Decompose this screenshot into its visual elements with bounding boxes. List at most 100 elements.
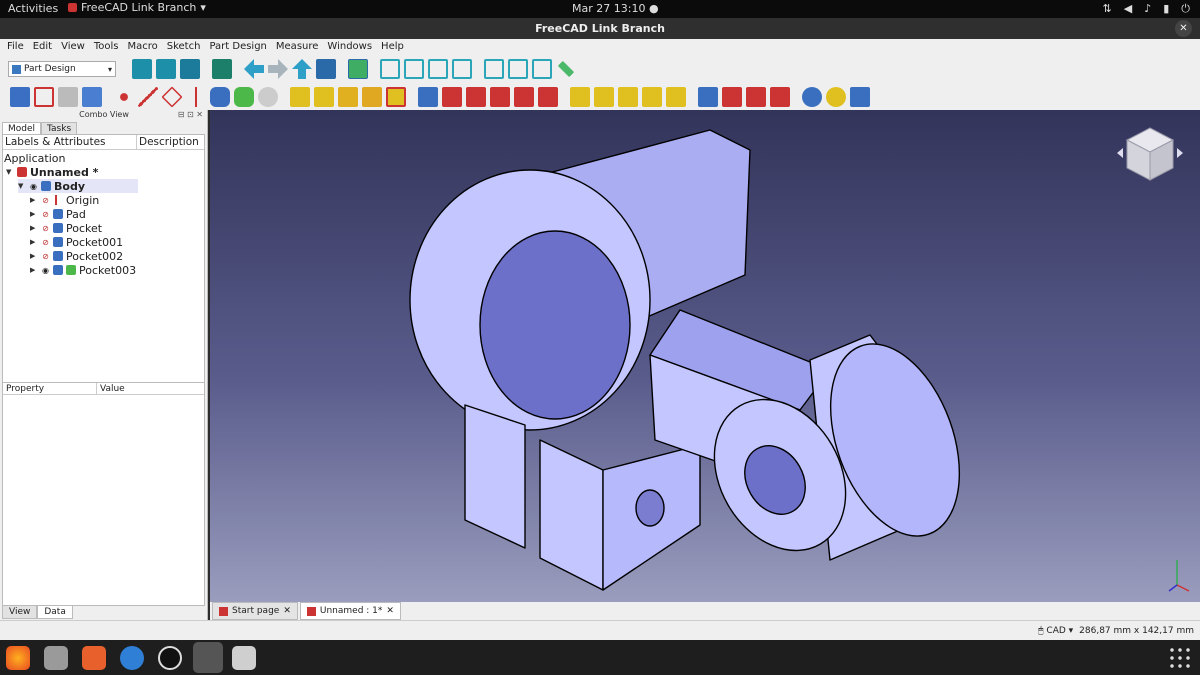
tree-item-body[interactable]: ▼ ◉ Body	[18, 179, 138, 193]
column-value[interactable]: Value	[97, 383, 125, 394]
column-description[interactable]: Description	[137, 135, 199, 149]
draft-icon[interactable]	[746, 87, 766, 107]
bounding-box-icon[interactable]	[212, 59, 232, 79]
expand-icon[interactable]: ▶	[30, 210, 38, 218]
hidden-eye-icon[interactable]: ⊘	[41, 252, 50, 261]
view-bottom-icon[interactable]	[508, 59, 528, 79]
view-left-icon[interactable]	[532, 59, 552, 79]
polar-pattern-icon[interactable]	[618, 87, 638, 107]
datum-point-icon[interactable]	[114, 87, 134, 107]
fillet-icon[interactable]	[698, 87, 718, 107]
local-cs-icon[interactable]	[186, 87, 206, 107]
subtractive-pipe-icon[interactable]	[514, 87, 534, 107]
close-icon[interactable]: ✕	[386, 606, 394, 616]
clock[interactable]: Mar 27 13:10 ●	[572, 2, 659, 15]
menu-tools[interactable]: Tools	[94, 39, 119, 54]
software-icon[interactable]	[82, 646, 106, 670]
firefox-icon[interactable]	[6, 646, 30, 670]
column-property[interactable]: Property	[3, 383, 97, 394]
loft-icon[interactable]	[338, 87, 358, 107]
view-front-icon[interactable]	[404, 59, 424, 79]
fit-all-icon[interactable]	[132, 59, 152, 79]
column-labels[interactable]: Labels & Attributes	[3, 135, 137, 149]
app-grid-icon[interactable]	[1168, 646, 1192, 670]
hidden-eye-icon[interactable]: ⊘	[41, 238, 50, 247]
datum-line-icon[interactable]	[138, 87, 158, 107]
menu-help[interactable]: Help	[381, 39, 404, 54]
expand-icon[interactable]: ▼	[6, 168, 14, 176]
screenshot-icon[interactable]	[232, 646, 256, 670]
expand-icon[interactable]: ▶	[30, 252, 38, 260]
multi-transform-icon[interactable]	[642, 87, 662, 107]
expand-icon[interactable]: ▶	[30, 224, 38, 232]
hole-icon[interactable]	[442, 87, 462, 107]
shape-binder-icon[interactable]	[58, 87, 78, 107]
clone-icon[interactable]	[82, 87, 102, 107]
tab-start-page[interactable]: Start page ✕	[212, 602, 298, 620]
thickness-icon[interactable]	[770, 87, 790, 107]
sweep-icon[interactable]	[362, 87, 382, 107]
measure-distance-icon[interactable]	[557, 60, 575, 78]
workbench-selector[interactable]: Part Design ▾	[8, 61, 116, 77]
migrate-icon[interactable]	[850, 87, 870, 107]
forward-arrow-icon[interactable]	[268, 59, 288, 79]
pocket-icon[interactable]	[418, 87, 438, 107]
tree-item-pocket003[interactable]: ▶ ◉ Pocket003	[30, 263, 136, 277]
menu-part-design[interactable]: Part Design	[209, 39, 266, 54]
tab-data[interactable]: Data	[37, 606, 73, 619]
hidden-eye-icon[interactable]: ⊘	[41, 196, 50, 205]
chamfer-icon[interactable]	[722, 87, 742, 107]
3d-viewport[interactable]	[210, 110, 1200, 602]
revolution-icon[interactable]	[314, 87, 334, 107]
create-part-icon[interactable]	[34, 87, 54, 107]
pad-icon[interactable]	[290, 87, 310, 107]
create-body-icon[interactable]	[10, 87, 30, 107]
visibility-eye-icon[interactable]: ◉	[29, 182, 38, 191]
navigation-style[interactable]: 🖱 CAD ▾	[1038, 626, 1073, 636]
menu-view[interactable]: View	[61, 39, 85, 54]
hidden-eye-icon[interactable]: ⊘	[41, 210, 50, 219]
back-arrow-icon[interactable]	[244, 59, 264, 79]
panel-buttons[interactable]: ⊟ ⊡ ✕	[178, 110, 203, 119]
draw-style-icon[interactable]	[180, 59, 200, 79]
tree-item-pad[interactable]: ▶ ⊘ Pad	[30, 207, 86, 221]
expand-icon[interactable]: ▶	[30, 266, 38, 274]
menu-windows[interactable]: Windows	[327, 39, 372, 54]
menu-sketch[interactable]: Sketch	[167, 39, 201, 54]
files-icon[interactable]	[44, 646, 68, 670]
up-arrow-icon[interactable]	[292, 59, 312, 79]
face-sketch-icon[interactable]	[258, 87, 278, 107]
menu-edit[interactable]: Edit	[33, 39, 52, 54]
sketch-icon[interactable]	[210, 87, 230, 107]
groove-icon[interactable]	[466, 87, 486, 107]
mirror-icon[interactable]	[570, 87, 590, 107]
subtractive-loft-icon[interactable]	[490, 87, 510, 107]
fit-selection-icon[interactable]	[156, 59, 176, 79]
view-rear-icon[interactable]	[484, 59, 504, 79]
tree-item-pocket002[interactable]: ▶ ⊘ Pocket002	[30, 249, 123, 263]
obs-icon[interactable]	[158, 646, 182, 670]
view-isometric-icon[interactable]	[380, 59, 400, 79]
menu-measure[interactable]: Measure	[276, 39, 319, 54]
boolean-icon[interactable]	[802, 87, 822, 107]
additive-primitive-icon[interactable]	[386, 87, 406, 107]
expand-icon[interactable]: ▼	[18, 182, 26, 190]
navigation-cube[interactable]	[1115, 118, 1185, 198]
tab-unnamed[interactable]: Unnamed : 1* ✕	[299, 602, 401, 620]
app-menu[interactable]: FreeCAD Link Branch ▾	[68, 1, 206, 14]
hidden-eye-icon[interactable]: ⊘	[41, 224, 50, 233]
system-tray[interactable]: ⇅ ◀ ♪ ▮ ⏻	[1103, 2, 1190, 16]
menu-macro[interactable]: Macro	[127, 39, 157, 54]
tab-view[interactable]: View	[2, 606, 38, 619]
tree-item-document[interactable]: ▼ Unnamed *	[6, 165, 98, 179]
view-right-icon[interactable]	[452, 59, 472, 79]
tree-item-origin[interactable]: ▶ ⊘ Origin	[30, 193, 99, 207]
validate-sketch-icon[interactable]	[234, 87, 254, 107]
help-icon[interactable]	[120, 646, 144, 670]
boolean-common-icon[interactable]	[826, 87, 846, 107]
linear-pattern-icon[interactable]	[594, 87, 614, 107]
expand-icon[interactable]: ▶	[30, 196, 38, 204]
activities-button[interactable]: Activities	[8, 2, 58, 15]
close-window-button[interactable]: ✕	[1175, 20, 1192, 37]
visibility-eye-icon[interactable]: ◉	[41, 266, 50, 275]
